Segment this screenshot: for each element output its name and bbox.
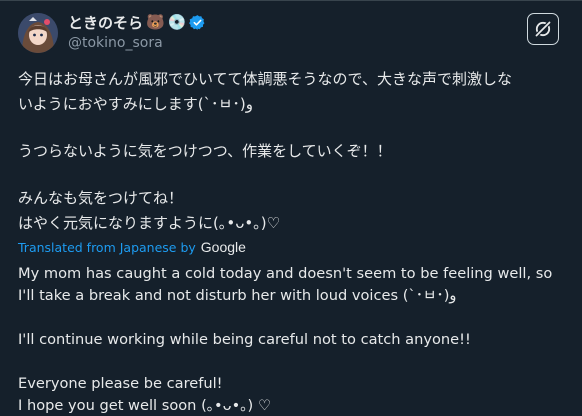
bear-emoji: 🐻 (146, 12, 165, 31)
original-line: いようにおやすみにします(`･ㅂ･)و (18, 95, 253, 113)
avatar[interactable] (18, 13, 58, 53)
translation-line: I'll take a break and not disturb her wi… (18, 287, 457, 304)
author-name-row[interactable]: ときのそら 🐻 💿 (68, 11, 206, 33)
original-line: みんなも気をつけてね！ (18, 189, 184, 207)
tweet-original-text: 今日はお母さんが風邪でひいてて体調悪そうなので、大きな声で刺激しな いようにおや… (18, 67, 578, 236)
tweet-card: ときのそら 🐻 💿 @tokino_sora 今日はお母さんが風邪でひいてて体調… (0, 0, 582, 416)
translation-attribution[interactable]: Translated from Japanese by Google (18, 239, 246, 255)
verified-badge-icon (189, 14, 206, 31)
grok-icon (533, 19, 553, 39)
author-handle[interactable]: @tokino_sora (68, 35, 163, 51)
original-line: 今日はお母さんが風邪でひいてて体調悪そうなので、大きな声で刺激しな (18, 70, 512, 88)
grok-button[interactable] (527, 13, 559, 45)
translation-line: I hope you get well soon (｡•ᴗ•｡) ♡ (18, 397, 271, 414)
display-name[interactable]: ときのそら (68, 12, 143, 33)
translated-from-label[interactable]: Translated from Japanese by (18, 240, 196, 255)
translation-line: Everyone please be careful! (18, 375, 223, 392)
translation-line: I'll continue working while being carefu… (18, 331, 471, 348)
translation-line: My mom has caught a cold today and doesn… (18, 265, 553, 282)
original-line: はやく元気になりますように(｡•ᴗ•｡)♡ (18, 214, 281, 232)
original-line: うつらないように気をつけつつ、作業をしていくぞ！！ (18, 142, 392, 160)
disc-emoji: 💿 (167, 12, 187, 31)
google-logo: Google (200, 239, 246, 255)
tweet-translation-text: My mom has caught a cold today and doesn… (18, 263, 580, 416)
